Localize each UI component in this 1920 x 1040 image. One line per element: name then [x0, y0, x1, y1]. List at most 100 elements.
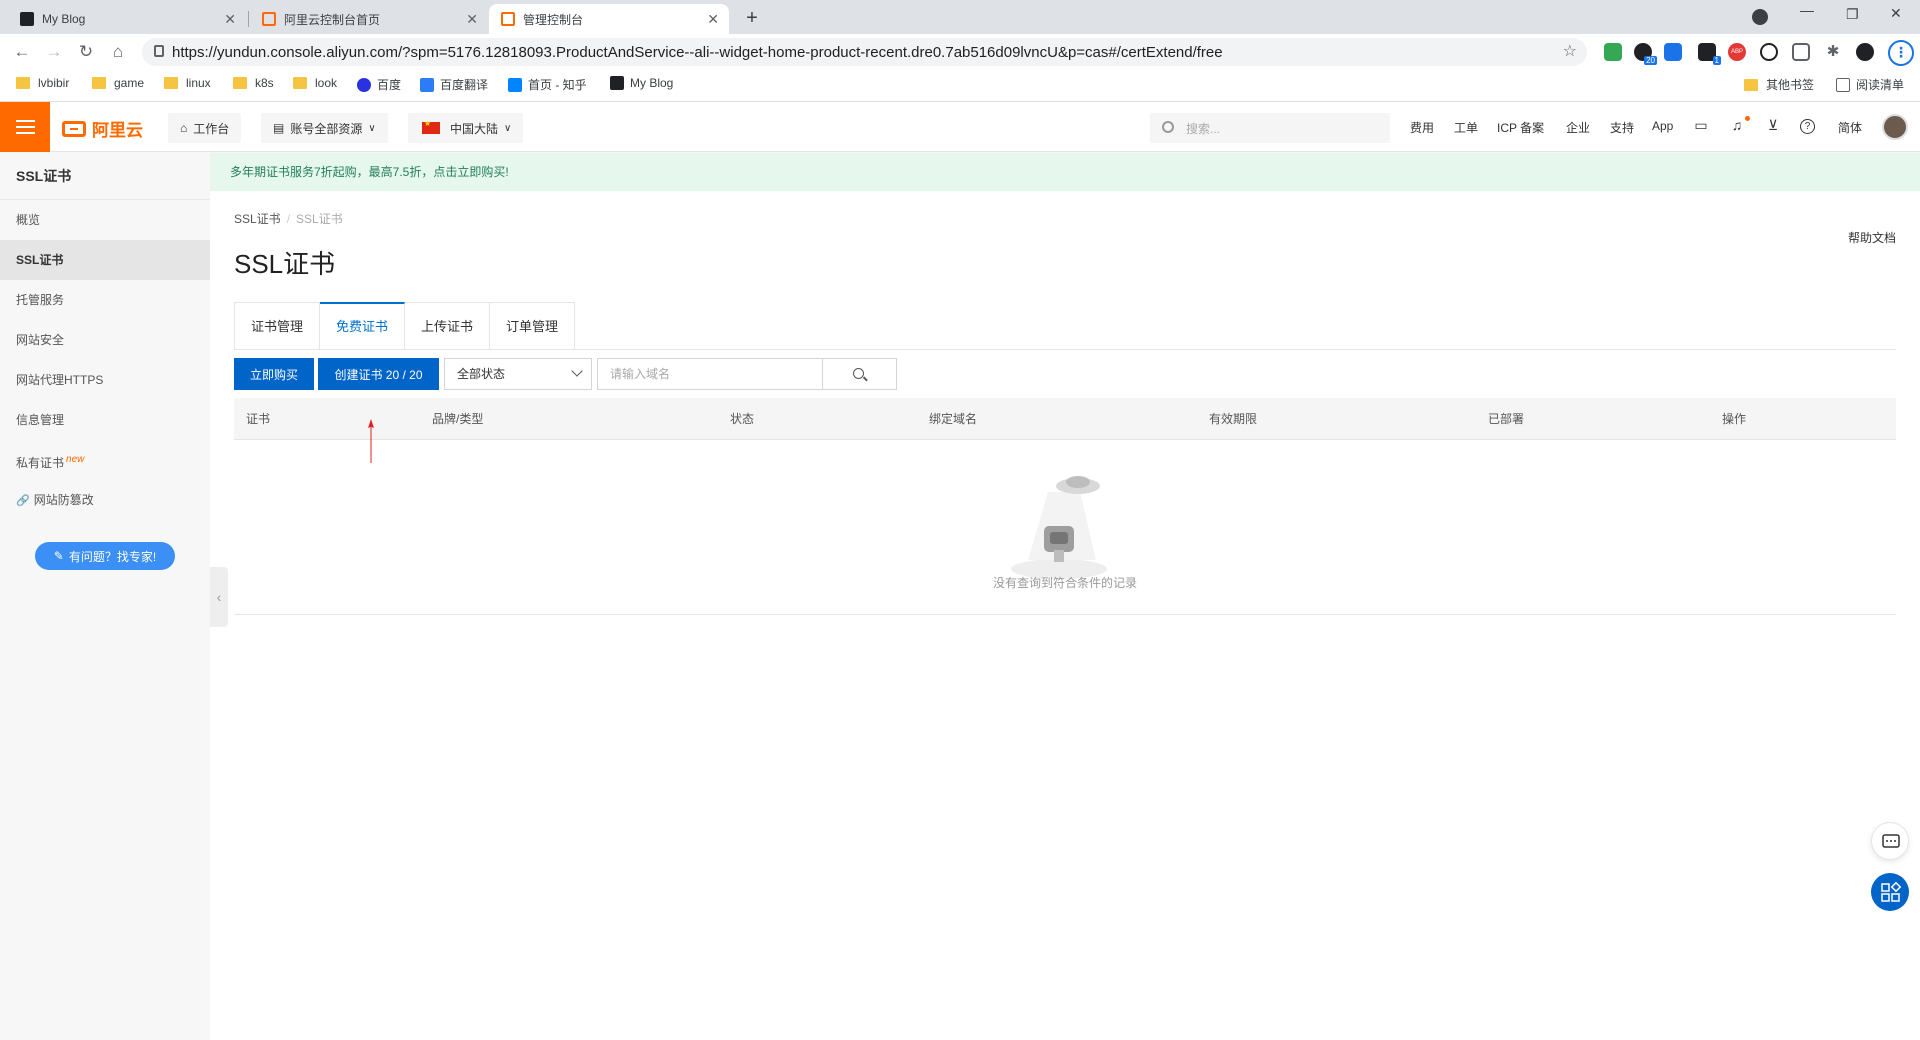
page-title: SSL证书	[234, 249, 336, 279]
ask-expert-button[interactable]: ✎ 有问题？找专家!	[35, 542, 175, 570]
close-icon[interactable]: ✕	[466, 11, 478, 28]
cart-icon[interactable]: ⊻	[1764, 117, 1782, 135]
profile-avatar-icon[interactable]	[1856, 43, 1874, 61]
workbench-button[interactable]: ⌂ 工作台	[168, 113, 242, 143]
sidebar-item-site-security[interactable]: 网站安全	[0, 320, 210, 360]
bookmark-label: lvbibir	[38, 76, 70, 90]
aliyun-logo[interactable]: 阿里云	[62, 116, 143, 141]
address-bar[interactable]: https://yundun.console.aliyun.com/?spm=5…	[142, 38, 1587, 66]
forward-icon[interactable]: →	[44, 42, 64, 62]
window-close-icon[interactable]: ✕	[1890, 5, 1902, 22]
minimize-icon[interactable]: —	[1800, 2, 1814, 18]
browser-tab-title: 管理控制台	[523, 12, 584, 27]
sidebar-item-https-proxy[interactable]: 网站代理HTTPS	[0, 360, 210, 400]
extension-icon[interactable]	[1760, 43, 1778, 61]
folder-icon	[16, 77, 30, 89]
link-icp[interactable]: ICP 备案	[1497, 119, 1544, 136]
reload-icon[interactable]: ↻	[76, 42, 96, 62]
domain-search-button[interactable]	[822, 358, 897, 390]
region-dropdown[interactable]: 中国大陆 ∨	[408, 113, 524, 143]
browser-tab-my-blog[interactable]: My Blog ✕	[8, 4, 246, 34]
sidebar-item-private-cert[interactable]: 私有证书 new	[0, 440, 210, 480]
bell-icon[interactable]: ♫	[1728, 117, 1746, 135]
promo-banner[interactable]: 多年期证书服务7折起购，最高7.5折，点击立即购买!	[210, 153, 1920, 191]
link-billing[interactable]: 费用	[1410, 119, 1434, 136]
link-icon: 🔗	[16, 495, 30, 507]
bookmark-folder[interactable]: k8s	[233, 76, 274, 90]
ask-expert-label: 有问题？找专家!	[68, 549, 157, 564]
bookmark-label: 百度翻译	[440, 78, 489, 92]
buy-now-button[interactable]: 立即购买	[234, 358, 314, 390]
status-select[interactable]: 全部状态	[444, 358, 592, 390]
search-icon	[853, 368, 864, 379]
bookmark-star-icon[interactable]: ☆	[1563, 41, 1577, 61]
domain-search-input[interactable]: 请输入域名	[597, 358, 823, 390]
reading-list[interactable]: 阅读清单	[1836, 76, 1904, 93]
terminal-icon[interactable]: ▭	[1692, 117, 1710, 135]
folder-icon	[1744, 78, 1758, 91]
apps-button[interactable]	[1871, 873, 1909, 911]
avatar[interactable]	[1882, 114, 1908, 140]
language-switch[interactable]: 简体	[1838, 119, 1862, 136]
notification-dot	[1745, 116, 1750, 121]
sidebar-item-hosting[interactable]: 托管服务	[0, 280, 210, 320]
link-tickets[interactable]: 工单	[1454, 119, 1478, 136]
lock-icon	[154, 45, 164, 57]
tab-cert-management[interactable]: 证书管理	[234, 302, 321, 350]
download-extension-icon[interactable]	[1664, 43, 1682, 61]
bookmark-my-blog[interactable]: My Blog	[610, 76, 673, 90]
bookmark-folder[interactable]: lvbibir	[16, 76, 69, 90]
zhihu-icon	[508, 77, 522, 92]
link-app[interactable]: App	[1652, 119, 1673, 133]
help-doc-link[interactable]: 帮助文档	[1848, 229, 1896, 246]
bookmark-folder[interactable]: game	[92, 76, 144, 90]
close-icon[interactable]: ✕	[707, 11, 719, 28]
search-input[interactable]: 搜索...	[1150, 113, 1390, 143]
tab-order-management[interactable]: 订单管理	[490, 302, 576, 350]
help-icon[interactable]: ?	[1800, 119, 1815, 134]
extension-icon[interactable]	[1634, 43, 1658, 65]
breadcrumb-item[interactable]: SSL证书	[234, 212, 281, 226]
feedback-button[interactable]	[1871, 822, 1909, 860]
extension-icon[interactable]	[1792, 43, 1810, 61]
restore-icon[interactable]: ❐	[1846, 6, 1859, 23]
profile-dropdown-icon[interactable]	[1752, 9, 1768, 25]
extension-icon[interactable]	[1698, 43, 1722, 65]
column-header: 状态	[730, 412, 755, 426]
sidebar-item-overview[interactable]: 概览	[0, 200, 210, 240]
sidebar-item-info-management[interactable]: 信息管理	[0, 400, 210, 440]
extension-icon[interactable]	[1604, 43, 1622, 61]
browser-menu-icon[interactable]: ⋮	[1888, 40, 1914, 66]
sidebar-collapse-handle[interactable]: ‹	[210, 567, 228, 627]
create-cert-button[interactable]: 创建证书 20 / 20	[318, 358, 439, 390]
sidebar-item-anti-tamper[interactable]: 🔗 网站防篡改	[0, 480, 210, 520]
sidebar-item-ssl[interactable]: SSL证书	[0, 240, 210, 280]
other-bookmarks[interactable]: 其他书签	[1744, 76, 1814, 93]
extensions-puzzle-icon[interactable]: ✱	[1824, 43, 1842, 61]
reading-list-icon	[1836, 77, 1850, 92]
bookmark-baidu[interactable]: 百度	[357, 76, 401, 93]
browser-tab-aliyun-home[interactable]: 阿里云控制台首页 ✕	[250, 4, 488, 34]
browser-tab-console[interactable]: 管理控制台 ✕	[489, 4, 729, 34]
bookmark-folder[interactable]: look	[293, 76, 337, 90]
home-icon: ⌂	[180, 121, 188, 135]
link-support[interactable]: 支持	[1610, 119, 1634, 136]
resources-label: 账号全部资源	[290, 121, 363, 136]
back-icon[interactable]: ←	[12, 42, 32, 62]
menu-icon[interactable]	[0, 102, 50, 152]
bookmark-baidu-translate[interactable]: 百度翻译	[420, 76, 488, 93]
new-tab-icon[interactable]: +	[738, 4, 766, 32]
resources-dropdown[interactable]: ▤ 账号全部资源 ∨	[261, 113, 388, 143]
bookmark-zhihu[interactable]: 首页 - 知乎	[508, 76, 587, 93]
column-header: 已部署	[1488, 412, 1525, 426]
sidebar-item-label: 私有证书	[16, 456, 65, 470]
sidebar-title: SSL证书	[0, 153, 210, 200]
link-enterprise[interactable]: 企业	[1566, 119, 1590, 136]
tab-divider	[248, 11, 249, 27]
home-icon[interactable]: ⌂	[108, 42, 128, 62]
tab-upload-cert[interactable]: 上传证书	[405, 302, 491, 350]
tab-free-cert[interactable]: 免费证书	[320, 302, 406, 350]
bookmark-folder[interactable]: linux	[164, 76, 211, 90]
adblock-icon[interactable]: ABP	[1728, 43, 1746, 61]
close-icon[interactable]: ✕	[224, 11, 236, 28]
